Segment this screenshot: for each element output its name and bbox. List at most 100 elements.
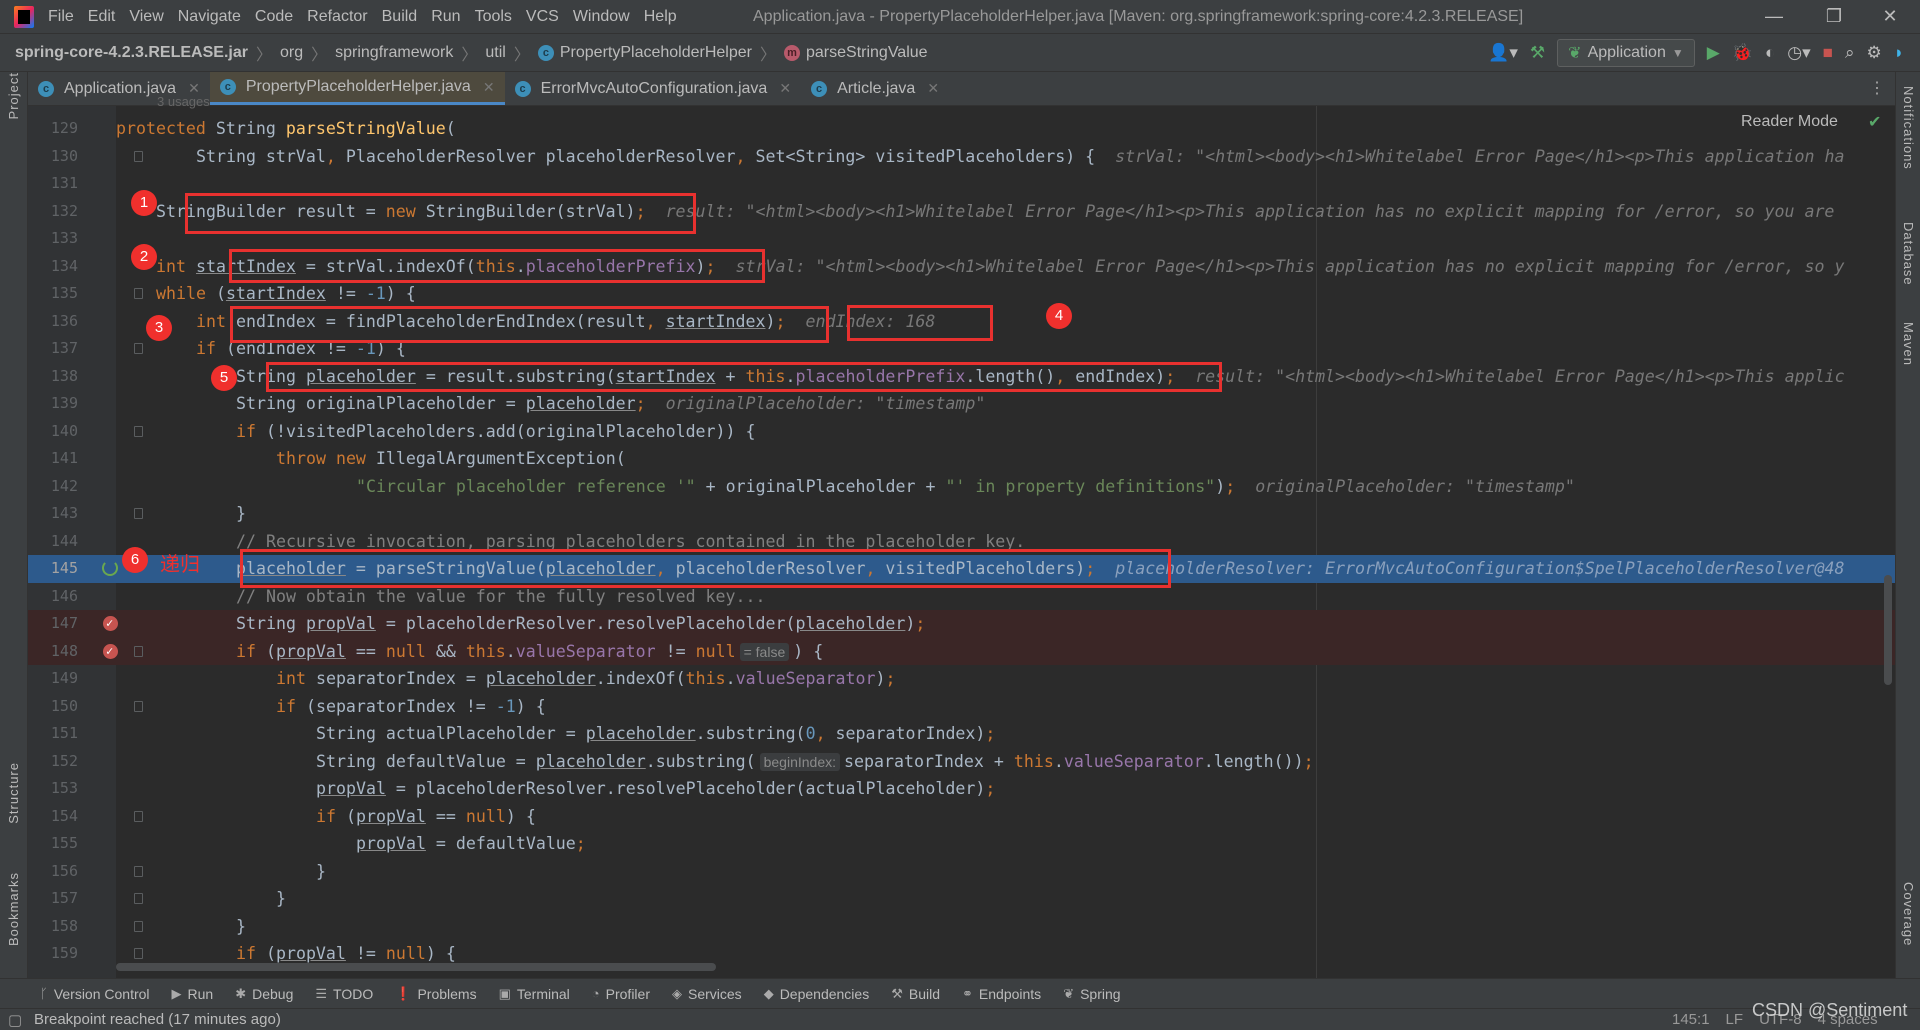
line-number[interactable]: 136	[28, 308, 78, 336]
inline-debug-value[interactable]: originalPlaceholder: "timestamp"	[666, 394, 986, 413]
services-tool[interactable]: ◈ Services	[672, 986, 742, 1002]
fold-marker-icon[interactable]	[134, 150, 143, 162]
code-line[interactable]: 147 String propVal = placeholderResolver.…	[28, 610, 1895, 638]
user-icon[interactable]: 👤▾	[1488, 43, 1518, 63]
code-line[interactable]: 130 String strVal, PlaceholderResolver pl…	[28, 143, 1895, 171]
close-tab-icon[interactable]: ✕	[483, 79, 495, 96]
line-number[interactable]: 149	[28, 665, 78, 693]
line-number[interactable]: 146	[28, 583, 78, 611]
line-number[interactable]: 147	[28, 610, 78, 638]
line-number[interactable]: 129	[28, 115, 78, 143]
code-line[interactable]: 157}	[28, 885, 1895, 913]
menu-edit[interactable]: Edit	[88, 8, 116, 26]
menu-build[interactable]: Build	[382, 8, 418, 26]
run-icon[interactable]: ▶	[1707, 43, 1720, 63]
code-editor[interactable]: 3 usages 129 protected String parseString…	[28, 94, 1895, 978]
breadcrumb-method[interactable]: m parseStringValue	[784, 44, 928, 62]
breakpoint-icon[interactable]	[103, 638, 118, 665]
status-window-icon[interactable]: ▢	[8, 1011, 22, 1029]
line-number[interactable]: 144	[28, 528, 78, 556]
line-number[interactable]: 148	[28, 638, 78, 666]
line-number[interactable]: 157	[28, 885, 78, 913]
inline-debug-value[interactable]: strVal: "<html><body><h1>Whitelabel Erro…	[736, 257, 1845, 276]
code-line[interactable]: 143}	[28, 500, 1895, 528]
profile-icon[interactable]: ◷▾	[1787, 43, 1810, 63]
fold-marker-icon[interactable]	[134, 865, 143, 877]
build-tool[interactable]: ⚒ Build	[891, 986, 940, 1002]
fold-marker-icon[interactable]	[134, 920, 143, 932]
line-number[interactable]: 159	[28, 940, 78, 968]
close-button[interactable]: ✕	[1878, 6, 1902, 28]
tab-article-java[interactable]: c Article.java ✕	[801, 72, 949, 105]
menu-help[interactable]: Help	[644, 8, 677, 26]
database-panel-button[interactable]: Database	[1901, 222, 1916, 286]
run-configuration-select[interactable]: ❦ Application ▼	[1557, 39, 1695, 67]
code-line[interactable]: 140 if (!visitedPlaceholders.add(original…	[28, 418, 1895, 446]
spring-tool[interactable]: ❦ Spring	[1063, 986, 1120, 1002]
fold-marker-icon[interactable]	[134, 948, 143, 959]
close-tab-icon[interactable]: ✕	[779, 80, 791, 97]
code-line[interactable]: 148 if (propVal == null && this.valueSepa…	[28, 637, 1895, 666]
coverage-icon[interactable]: ◐	[1765, 43, 1775, 63]
more-tabs-icon[interactable]: ⋮	[1869, 78, 1885, 98]
debug-tool[interactable]: ✱ Debug	[235, 986, 293, 1002]
code-line[interactable]: 139 String originalPlaceholder = placehol…	[28, 390, 1895, 418]
line-ending[interactable]: LF	[1726, 1011, 1744, 1028]
menu-code[interactable]: Code	[255, 8, 293, 26]
code-line[interactable]: 155 propVal = defaultValue;	[28, 830, 1895, 858]
menu-run[interactable]: Run	[431, 8, 460, 26]
code-line[interactable]: 156}	[28, 858, 1895, 886]
code-line[interactable]: 149 int separatorIndex = placeholder.inde…	[28, 665, 1895, 693]
terminal-tool[interactable]: ▣ Terminal	[499, 986, 570, 1002]
fold-marker-icon[interactable]	[134, 343, 143, 354]
menu-view[interactable]: View	[129, 8, 163, 26]
dependencies-tool[interactable]: ◆ Dependencies	[764, 986, 870, 1002]
project-panel-button[interactable]: Project	[6, 72, 21, 119]
code-line[interactable]: 142 "Circular placeholder reference '" + …	[28, 473, 1895, 501]
inline-debug-value[interactable]: result: "<html><body><h1>Whitelabel Erro…	[666, 202, 1845, 221]
search-icon[interactable]: ⌕	[1845, 43, 1855, 63]
line-number[interactable]: 150	[28, 693, 78, 721]
line-number[interactable]: 130	[28, 143, 78, 171]
jetbrains-icon[interactable]: ◗	[1894, 43, 1904, 63]
inline-debug-value[interactable]: placeholderResolver: ErrorMvcAutoConfigu…	[1115, 559, 1844, 578]
fold-marker-icon[interactable]	[134, 645, 143, 657]
code-line[interactable]: 153 propVal = placeholderResolver.resolve…	[28, 775, 1895, 803]
menu-file[interactable]: File	[48, 8, 74, 26]
fold-marker-icon[interactable]	[134, 288, 143, 299]
line-number[interactable]: 145	[28, 555, 78, 583]
fold-marker-icon[interactable]	[134, 508, 143, 519]
fold-marker-icon[interactable]	[134, 893, 143, 904]
line-number[interactable]: 133	[28, 225, 78, 253]
code-line[interactable]: 152 String defaultValue = placeholder.sub…	[28, 748, 1895, 776]
breadcrumb-util[interactable]: util	[485, 44, 505, 62]
restore-button[interactable]: ❐	[1822, 6, 1846, 28]
build-hammer-icon[interactable]: ⚒	[1530, 43, 1545, 63]
fold-marker-icon[interactable]	[134, 700, 143, 712]
todo-tool[interactable]: ☰ TODO	[315, 986, 373, 1002]
line-number[interactable]: 134	[28, 253, 78, 281]
line-number[interactable]: 158	[28, 913, 78, 941]
reader-mode-button[interactable]: Reader Mode	[1741, 113, 1838, 131]
line-number[interactable]: 139	[28, 390, 78, 418]
stop-icon[interactable]: ■	[1823, 43, 1833, 63]
line-number[interactable]: 142	[28, 473, 78, 501]
line-number[interactable]: 153	[28, 775, 78, 803]
debug-icon[interactable]: 🐞	[1732, 43, 1753, 63]
vertical-scrollbar[interactable]	[1884, 575, 1892, 685]
tab-property-placeholder-helper[interactable]: c PropertyPlaceholderHelper.java ✕	[209, 72, 505, 105]
notifications-panel-button[interactable]: Notifications	[1901, 86, 1916, 170]
line-number[interactable]: 138	[28, 363, 78, 391]
line-number[interactable]: 140	[28, 418, 78, 446]
code-line[interactable]: 141 throw new IllegalArgumentException(	[28, 445, 1895, 473]
inline-debug-value[interactable]: originalPlaceholder: "timestamp"	[1255, 477, 1575, 496]
gear-icon[interactable]: ⚙	[1866, 43, 1881, 63]
breadcrumb-springframework[interactable]: springframework	[335, 44, 453, 62]
code-line[interactable]: 154 if (propVal == null) {	[28, 803, 1895, 831]
code-line[interactable]: 158}	[28, 913, 1895, 941]
close-tab-icon[interactable]: ✕	[927, 80, 939, 97]
menu-window[interactable]: Window	[573, 8, 630, 26]
menu-vcs[interactable]: VCS	[526, 8, 559, 26]
line-number[interactable]: 151	[28, 720, 78, 748]
bookmarks-panel-button[interactable]: Bookmarks	[6, 872, 21, 946]
